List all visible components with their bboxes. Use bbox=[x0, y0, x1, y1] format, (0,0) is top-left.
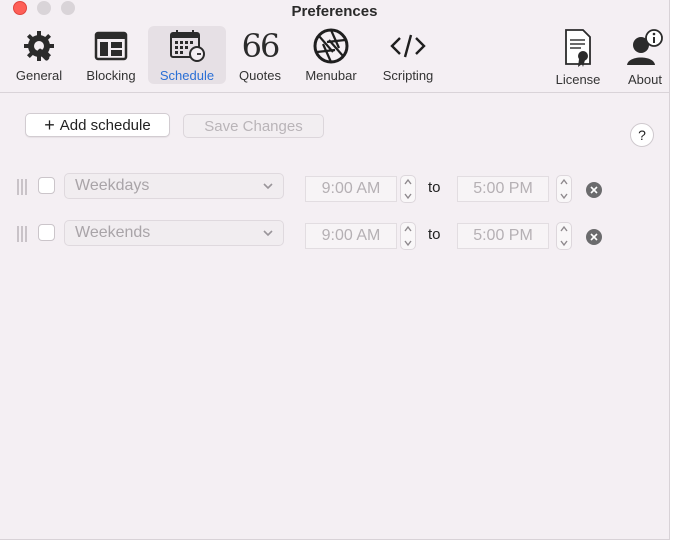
close-icon bbox=[590, 233, 598, 241]
schedule-row: Weekends 9:00 AM to 5:00 PM bbox=[0, 220, 669, 250]
window-title: Preferences bbox=[291, 3, 378, 20]
chevron-down-icon bbox=[404, 240, 412, 247]
close-icon bbox=[590, 186, 598, 194]
start-time-field[interactable]: 9:00 AM bbox=[305, 223, 397, 249]
end-time-stepper[interactable] bbox=[556, 222, 572, 250]
drag-handle-icon[interactable] bbox=[17, 179, 27, 195]
tab-quotes[interactable]: 66 Quotes bbox=[234, 26, 286, 83]
days-select-value: Weekends bbox=[75, 224, 151, 241]
tab-license[interactable]: License bbox=[550, 26, 606, 87]
schedule-row: Weekdays 9:00 AM to 5:00 PM bbox=[0, 173, 669, 203]
remove-schedule-button[interactable] bbox=[586, 229, 602, 245]
tab-blocking[interactable]: Blocking bbox=[82, 26, 140, 83]
chevron-up-icon bbox=[560, 178, 568, 185]
tab-scripting[interactable]: Scripting bbox=[376, 26, 440, 83]
tab-schedule[interactable]: Schedule bbox=[148, 26, 226, 84]
schedule-enabled-checkbox[interactable] bbox=[38, 224, 55, 241]
tab-scripting-label: Scripting bbox=[382, 68, 434, 83]
chevron-down-icon bbox=[404, 193, 412, 200]
tab-general-label: General bbox=[15, 68, 63, 83]
tab-about-label: About bbox=[628, 72, 662, 87]
save-changes-button[interactable]: Save Changes bbox=[183, 114, 324, 138]
end-time-field[interactable]: 5:00 PM bbox=[457, 176, 549, 202]
person-info-icon bbox=[622, 26, 668, 70]
aperture-icon bbox=[299, 26, 363, 66]
tab-menubar[interactable]: Menubar bbox=[299, 26, 363, 83]
title-bar: Preferences General Blocking Schedule 66… bbox=[0, 0, 669, 92]
start-time-stepper[interactable] bbox=[400, 175, 416, 203]
tab-schedule-label: Schedule bbox=[159, 68, 215, 83]
chevron-down-icon bbox=[560, 240, 568, 247]
help-button[interactable]: ? bbox=[630, 123, 654, 147]
add-schedule-button[interactable]: + Add schedule bbox=[25, 113, 170, 137]
code-brackets-icon bbox=[376, 26, 440, 66]
tab-license-label: License bbox=[555, 72, 601, 87]
toolbar-divider bbox=[0, 92, 669, 93]
tab-menubar-label: Menubar bbox=[305, 68, 357, 83]
chevron-down-icon bbox=[263, 183, 273, 190]
chevron-up-icon bbox=[560, 225, 568, 232]
start-time-stepper[interactable] bbox=[400, 222, 416, 250]
remove-schedule-button[interactable] bbox=[586, 182, 602, 198]
end-time-stepper[interactable] bbox=[556, 175, 572, 203]
tab-quotes-label: Quotes bbox=[239, 68, 281, 83]
tab-blocking-label: Blocking bbox=[86, 68, 136, 83]
gear-wrench-icon bbox=[12, 26, 66, 66]
tab-general[interactable]: General bbox=[12, 26, 66, 83]
chevron-up-icon bbox=[404, 178, 412, 185]
end-time-field[interactable]: 5:00 PM bbox=[457, 223, 549, 249]
chevron-down-icon bbox=[560, 193, 568, 200]
days-select-value: Weekdays bbox=[75, 177, 150, 194]
days-select[interactable]: Weekends bbox=[64, 220, 284, 246]
start-time-field[interactable]: 9:00 AM bbox=[305, 176, 397, 202]
days-select[interactable]: Weekdays bbox=[64, 173, 284, 199]
chevron-down-icon bbox=[263, 230, 273, 237]
tab-about[interactable]: About bbox=[622, 26, 668, 87]
time-range-separator: to bbox=[428, 179, 441, 196]
plus-icon: + bbox=[44, 115, 55, 135]
quote-marks-icon: 66 bbox=[241, 27, 281, 65]
schedule-enabled-checkbox[interactable] bbox=[38, 177, 55, 194]
chevron-up-icon bbox=[404, 225, 412, 232]
add-schedule-label: Add schedule bbox=[59, 116, 151, 134]
time-range-separator: to bbox=[428, 226, 441, 243]
drag-handle-icon[interactable] bbox=[17, 226, 27, 242]
calendar-clock-icon bbox=[148, 26, 226, 66]
window-blocking-icon bbox=[82, 26, 140, 66]
certificate-icon bbox=[550, 26, 606, 70]
preferences-window: Preferences General Blocking Schedule 66… bbox=[0, 0, 670, 540]
